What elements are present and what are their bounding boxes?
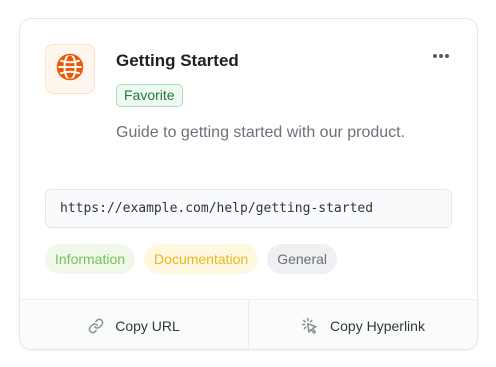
globe-icon bbox=[55, 52, 85, 87]
card-description: Guide to getting started with our produc… bbox=[116, 124, 406, 141]
card-icon-container bbox=[45, 44, 95, 94]
copy-url-button[interactable]: Copy URL bbox=[20, 300, 248, 349]
copy-hyperlink-button[interactable]: Copy Hyperlink bbox=[248, 300, 477, 349]
url-display[interactable]: https://example.com/help/getting-started bbox=[45, 189, 452, 228]
more-options-button[interactable] bbox=[424, 43, 458, 67]
tag-list: Information Documentation General bbox=[45, 244, 338, 274]
link-card: Getting Started Favorite Guide to gettin… bbox=[19, 18, 478, 350]
sparkle-click-icon bbox=[301, 317, 319, 335]
copy-hyperlink-label: Copy Hyperlink bbox=[330, 318, 425, 334]
tag-documentation[interactable]: Documentation bbox=[144, 244, 259, 274]
tag-information[interactable]: Information bbox=[45, 244, 136, 274]
card-title: Getting Started bbox=[116, 51, 239, 70]
favorite-badge: Favorite bbox=[116, 84, 183, 107]
copy-url-label: Copy URL bbox=[115, 318, 180, 334]
link-icon bbox=[88, 318, 104, 334]
tag-general[interactable]: General bbox=[267, 244, 338, 274]
more-horizontal-icon bbox=[432, 46, 450, 64]
card-footer: Copy URL Copy Hyperlink bbox=[20, 299, 477, 349]
